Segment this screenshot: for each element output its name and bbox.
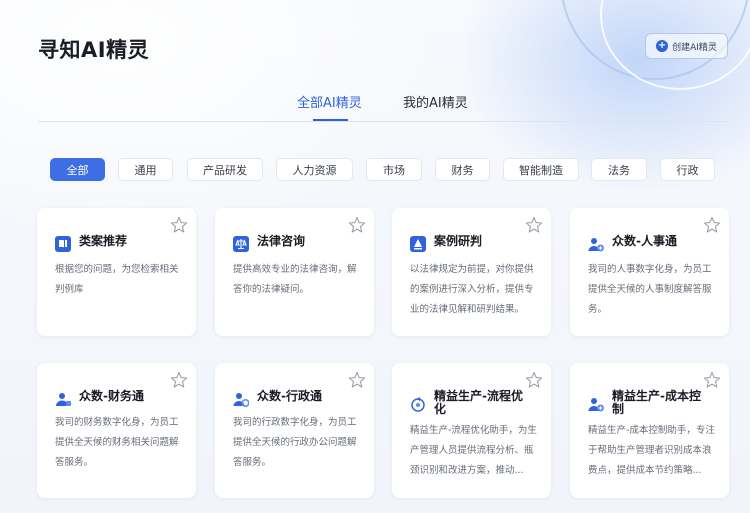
ai-card[interactable]: 众数-财务通 我司的财务数字化身，为员工提供全天候的财务相关问题解答服务。 [37, 363, 196, 498]
ai-card[interactable]: 精益生产-成本控制 精益生产-成本控制助手，专注于帮助生产管理者识别成本浪费点，… [570, 363, 729, 498]
filter-chip[interactable]: 法务 [591, 158, 647, 181]
gavel-icon [410, 236, 426, 252]
book-icon [55, 236, 71, 252]
card-description: 精益生产-流程优化助手，为生产管理人员提供流程分析、瓶颈识别和改进方案，推动..… [410, 425, 537, 476]
card-title: 类案推荐 [79, 234, 128, 248]
filter-chip[interactable]: 通用 [118, 158, 173, 181]
page-title: 寻知AI精灵 [38, 38, 150, 62]
star-icon[interactable] [348, 371, 366, 389]
ai-card[interactable]: 案例研判 以法律规定为前提，对你提供的案例进行深入分析，提供专业的法律见解和研判… [392, 208, 551, 336]
tab-my-ai[interactable]: 我的AI精灵 [403, 92, 468, 111]
card-description: 我司的财务数字化身，为员工提供全天候的财务相关问题解答服务。 [55, 417, 179, 468]
user-gear-icon [233, 393, 249, 407]
card-description: 提供高效专业的法律咨询，解答你的法律疑问。 [233, 264, 357, 295]
star-icon[interactable] [525, 371, 543, 389]
user-group-icon [56, 393, 71, 406]
tab-underline [313, 119, 348, 121]
user-plus-icon [588, 398, 604, 412]
card-description: 我司的人事数字化身，为员工提供全天候的人事制度解答服务。 [588, 264, 712, 315]
card-title: 众数-行政通 [257, 389, 322, 403]
filter-chip[interactable]: 行政 [660, 158, 715, 181]
star-icon[interactable] [348, 216, 366, 234]
create-ai-button[interactable]: + 创建AI精灵 [645, 33, 728, 59]
user-plus-icon [588, 238, 604, 252]
star-icon[interactable] [170, 216, 188, 234]
ai-card[interactable]: 法律咨询 提供高效专业的法律咨询，解答你的法律疑问。 [215, 208, 374, 336]
card-title: 众数-人事通 [612, 234, 677, 248]
create-ai-label: 创建AI精灵 [672, 42, 717, 53]
plus-icon: + [656, 40, 669, 52]
ai-card[interactable]: 众数-人事通 我司的人事数字化身，为员工提供全天候的人事制度解答服务。 [570, 208, 729, 336]
card-title: 精益生产-成本控制 [612, 389, 701, 416]
card-description: 根据您的问题，为您检索相关判例库 [55, 264, 179, 295]
ai-card[interactable]: 众数-行政通 我司的行政数字化身，为员工提供全天候的行政办公问题解答服务。 [215, 363, 374, 498]
star-icon[interactable] [170, 371, 188, 389]
star-icon[interactable] [525, 216, 543, 234]
tab-bar: 全部AI精灵 我的AI精灵 [38, 86, 728, 122]
card-title: 众数-财务通 [79, 389, 144, 403]
filter-chip[interactable]: 产品研发 [187, 158, 263, 181]
card-description: 精益生产-成本控制助手，专注于帮助生产管理者识别成本浪费点，提供成本节约策略..… [588, 425, 715, 476]
filter-chip[interactable]: 智能制造 [503, 158, 579, 181]
card-title: 法律咨询 [257, 234, 306, 248]
star-icon[interactable] [703, 371, 721, 389]
card-description: 我司的行政数字化身，为员工提供全天候的行政办公问题解答服务。 [233, 417, 357, 468]
tab-all-ai[interactable]: 全部AI精灵 [297, 92, 362, 111]
ai-card[interactable]: 类案推荐 根据您的问题，为您检索相关判例库 [37, 208, 196, 336]
star-icon[interactable] [703, 216, 721, 234]
cycle-icon [411, 397, 425, 412]
filter-chip[interactable]: 市场 [366, 158, 422, 181]
card-title: 案例研判 [434, 234, 483, 248]
card-description: 以法律规定为前提，对你提供的案例进行深入分析，提供专业的法律见解和研判结果。 [410, 264, 534, 315]
filter-chip[interactable]: 财务 [435, 158, 490, 181]
ai-card[interactable]: 精益生产-流程优化 精益生产-流程优化助手，为生产管理人员提供流程分析、瓶颈识别… [392, 363, 551, 498]
scales-icon [233, 236, 249, 252]
card-title: 精益生产-流程优化 [434, 389, 523, 416]
filter-chip[interactable]: 全部 [50, 158, 105, 181]
filter-chip[interactable]: 人力资源 [276, 158, 353, 181]
